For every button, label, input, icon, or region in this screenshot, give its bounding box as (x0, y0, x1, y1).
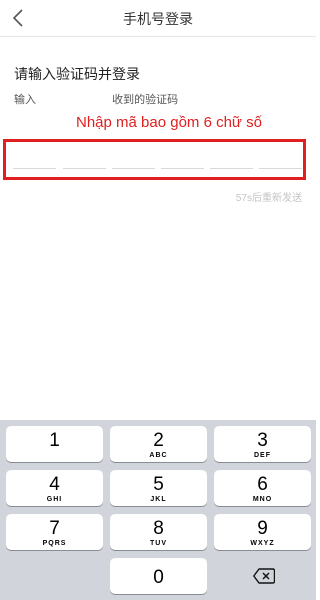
page-title: 手机号登录 (123, 11, 193, 27)
key-letters: JKL (150, 496, 167, 503)
key-letters: PQRS (42, 540, 67, 547)
key-7[interactable]: 7 PQRS (6, 514, 103, 550)
prompt-sub-suffix: 收到的验证码 (112, 94, 179, 106)
key-1[interactable]: 1 (6, 426, 103, 462)
key-letters: TUV (150, 540, 167, 547)
key-2[interactable]: 2 ABC (110, 426, 207, 462)
key-digit: 5 (153, 474, 164, 495)
key-digit: 6 (257, 474, 268, 495)
key-letters: DEF (254, 452, 271, 459)
key-4[interactable]: 4 GHI (6, 470, 103, 506)
prompt-sub-prefix: 输入 (14, 94, 36, 106)
key-digit: 8 (153, 518, 164, 539)
key-digit: 2 (153, 430, 164, 451)
key-digit: 3 (257, 430, 268, 451)
code-slot-3[interactable] (112, 168, 155, 169)
key-letters: MNO (252, 496, 273, 503)
prompt-title: 请输入验证码并登录 (14, 66, 140, 82)
key-digit: 0 (153, 567, 164, 588)
nav-bar: 手机号登录 (0, 0, 316, 37)
code-slot-6[interactable] (259, 168, 302, 169)
key-digit: 9 (257, 518, 268, 539)
masked-phone-number (42, 94, 112, 104)
key-letters: GHI (46, 496, 63, 503)
resend-countdown: 57s后重新发送 (235, 193, 302, 204)
key-8[interactable]: 8 TUV (110, 514, 207, 550)
instruction-annotation: Nhập mã bao gồm 6 chữ số (76, 114, 262, 131)
key-6[interactable]: 6 MNO (214, 470, 311, 506)
numeric-keyboard: 1 2 ABC 3 DEF 4 GHI 5 JKL 6 MNO 7 PQRS 8… (0, 420, 316, 600)
key-digit: 7 (49, 518, 60, 539)
prompt-subtitle: 输入 9 收到的验证码 (14, 91, 178, 107)
key-digit: 4 (49, 474, 60, 495)
key-9[interactable]: 9 WXYZ (214, 514, 311, 550)
key-letters: WXYZ (250, 540, 275, 547)
code-slot-1[interactable] (13, 168, 56, 169)
key-5[interactable]: 5 JKL (110, 470, 207, 506)
code-slot-2[interactable] (63, 168, 106, 169)
backspace-icon (253, 568, 275, 584)
code-slot-4[interactable] (161, 168, 204, 169)
verification-code-input[interactable] (3, 139, 306, 180)
key-3[interactable]: 3 DEF (214, 426, 311, 462)
key-digit: 1 (49, 430, 60, 451)
key-letters: ABC (149, 452, 168, 459)
delete-key[interactable] (212, 558, 316, 594)
code-slot-5[interactable] (210, 168, 253, 169)
key-0[interactable]: 0 (110, 558, 207, 594)
